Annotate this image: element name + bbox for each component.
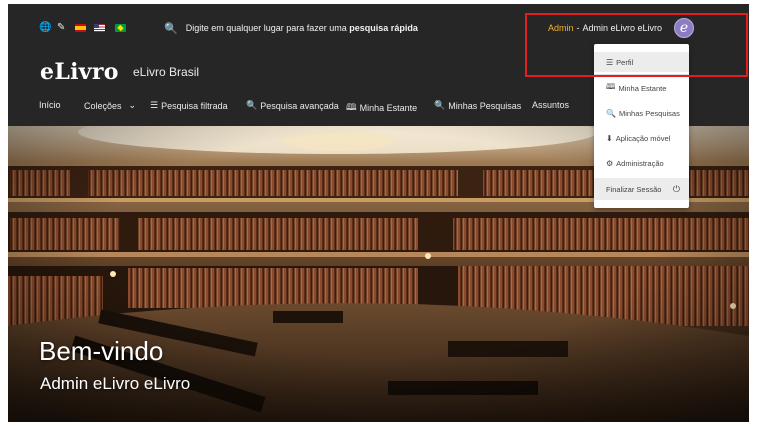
menu-item-aplicacao-movel[interactable]: ⬇ Aplicação móvel (594, 128, 689, 148)
search-icon[interactable]: 🔍 (164, 22, 178, 35)
nav-item-colecoes[interactable]: Coleções ⌄ (84, 100, 136, 111)
chevron-down-icon: ⌄ (128, 100, 137, 110)
bookshelf-icon: 🕮 (346, 102, 357, 112)
filter-icon: ☰ (150, 100, 159, 110)
search-icon: 🔍 (434, 100, 446, 110)
pen-icon[interactable]: ✎ (57, 23, 65, 33)
menu-item-minhas-pesquisas[interactable]: 🔍 Minhas Pesquisas (594, 103, 689, 123)
quick-search[interactable]: 🔍 Digite em qualquer lugar para fazer um… (164, 20, 418, 36)
logo-text: Livro (54, 59, 119, 85)
nav-item-inicio[interactable]: Início (39, 100, 61, 110)
nav-item-pesquisa-filtrada[interactable]: ☰ Pesquisa filtrada (150, 100, 228, 111)
globe-icon[interactable]: 🌐 (39, 23, 51, 33)
site-logo[interactable]: eLivro (40, 59, 119, 85)
flag-es-icon[interactable] (75, 24, 86, 32)
nav-item-pesquisa-avancada[interactable]: 🔍 Pesquisa avançada (246, 100, 339, 111)
download-icon: ⬇ (606, 133, 613, 143)
search-icon: 🔍 (606, 108, 616, 118)
browser-frame: 🌐 ✎ 🔍 Digite em qualquer lugar para faze… (8, 4, 749, 422)
menu-item-minha-estante[interactable]: 🕮 Minha Estante (594, 78, 689, 98)
flag-br-icon[interactable] (115, 24, 126, 32)
nav-item-minhas-pesquisas[interactable]: 🔍 Minhas Pesquisas (434, 100, 521, 111)
menu-item-finalizar-sessao[interactable]: Finalizar Sessão ⏻ (594, 178, 689, 200)
power-icon: ⏻ (672, 183, 680, 194)
menu-item-administracao[interactable]: ⚙ Administração (594, 153, 689, 173)
search-icon: 🔍 (246, 100, 258, 110)
site-name: eLivro Brasil (133, 65, 200, 79)
quick-search-text[interactable]: Digite em qualquer lugar para fazer uma … (186, 23, 418, 33)
logo-e-mark: e (40, 59, 55, 85)
gear-icon: ⚙ (606, 158, 614, 168)
bookshelf-icon: 🕮 (606, 82, 616, 91)
welcome-user-name: Admin eLivro eLivro (40, 374, 191, 393)
welcome-heading: Bem-vindo (39, 336, 164, 366)
nav-item-assuntos[interactable]: Assuntos (532, 100, 569, 110)
nav-item-minha-estante[interactable]: 🕮 Minha Estante (346, 100, 417, 116)
flag-us-icon[interactable] (94, 24, 105, 32)
highlight-box (525, 13, 748, 77)
